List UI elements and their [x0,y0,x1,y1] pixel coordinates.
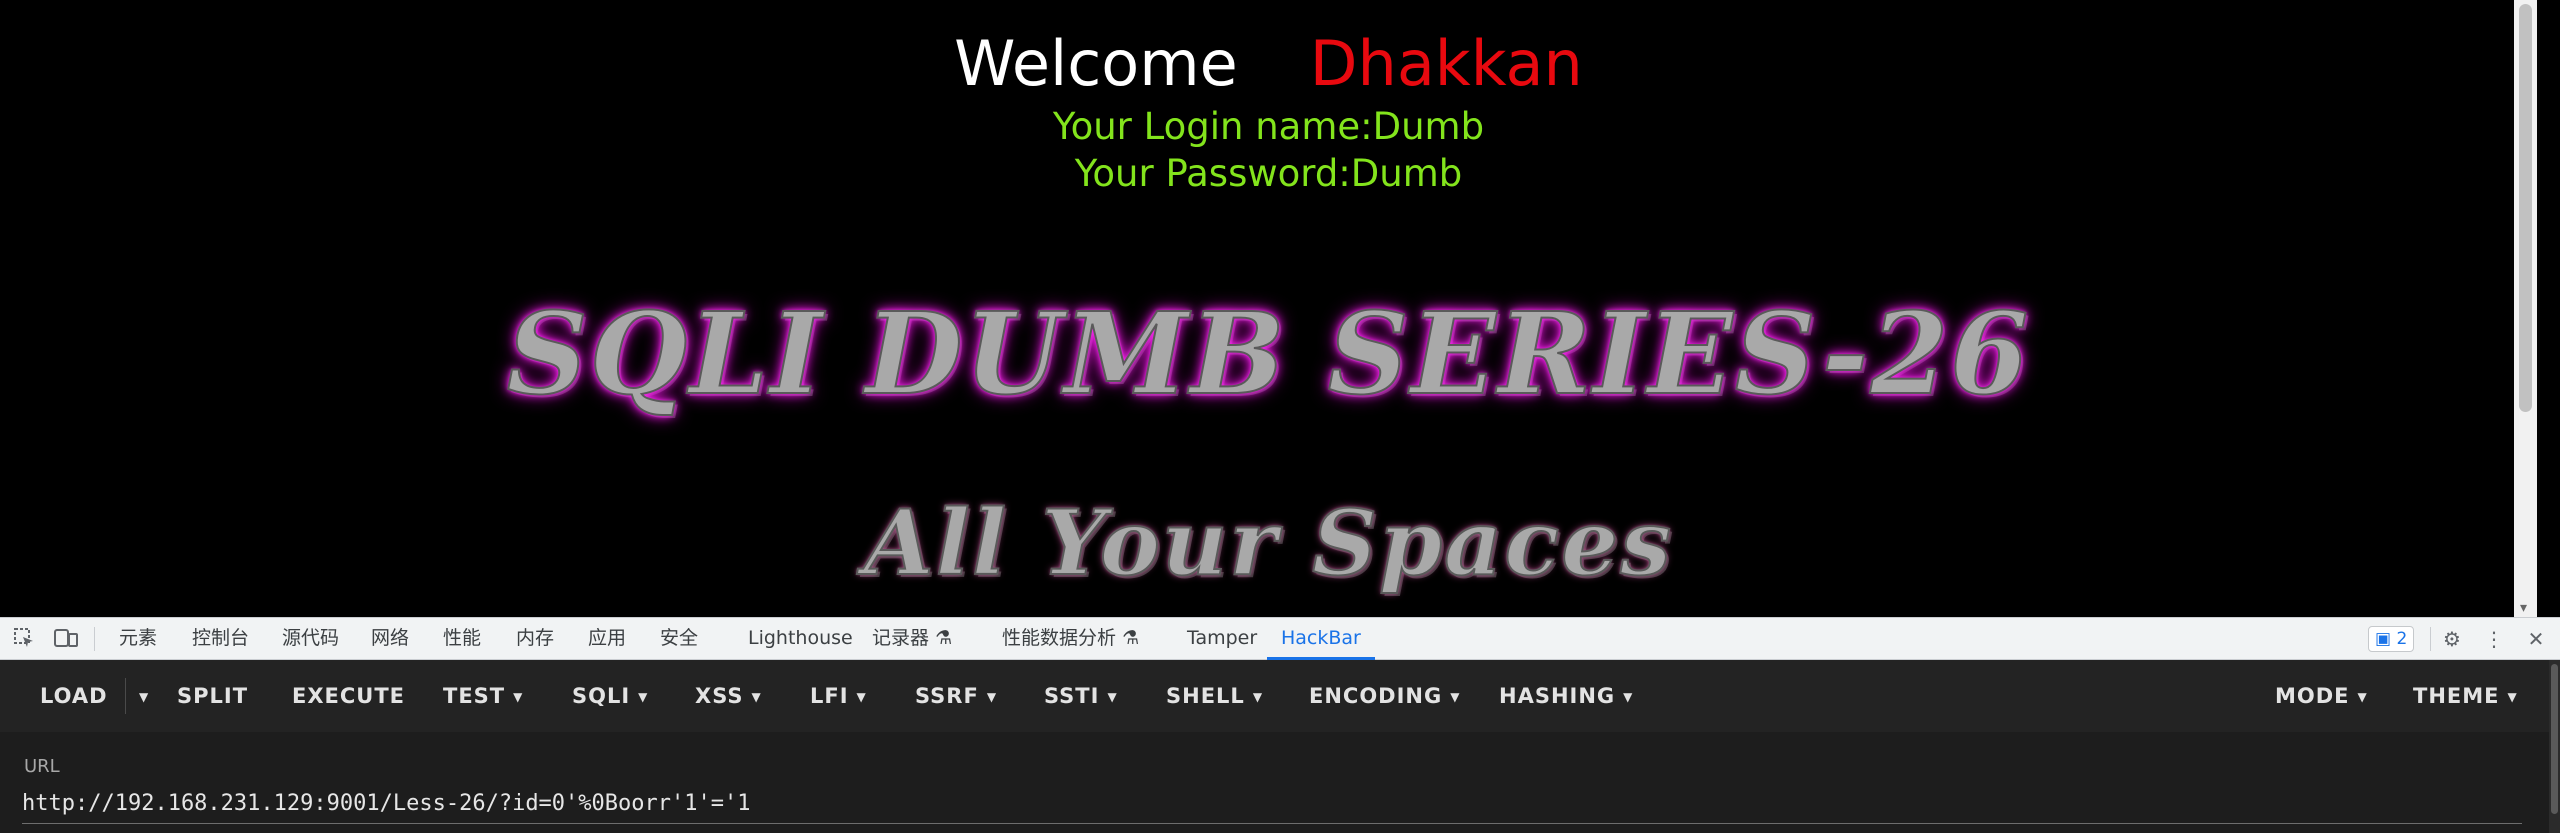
title-banner: SQLI DUMB SERIES-26 [506,289,2031,421]
chevron-down-icon: ▼ [856,690,867,704]
chevron-down-icon: ▼ [1450,690,1461,704]
tab-performance-insights[interactable]: 性能数据分析 ⚗ [1002,618,1139,659]
chevron-down-icon: ▼ [2357,690,2368,704]
load-divider [125,678,126,714]
chevron-down-icon: ▼ [1107,690,1118,704]
sqli-menu-label: SQLI [572,684,631,708]
tab-lighthouse[interactable]: Lighthouse [748,618,853,659]
page-scrollbar-thumb[interactable] [2519,4,2532,412]
tab-performance[interactable]: 性能 [443,618,481,659]
encoding-menu-button[interactable]: ENCODING ▼ [1309,660,1460,732]
hackbar-toolbar: LOAD ▼ SPLIT EXECUTE TEST ▼ SQLI ▼ XSS ▼ LF… [0,660,2560,732]
inspect-element-icon[interactable] [12,627,36,651]
welcome-line: Welcome Dhakkan [0,26,2537,102]
user-name: Dhakkan [1309,27,1583,100]
issues-badge[interactable]: ▣ 2 [2368,626,2415,652]
theme-menu-button[interactable]: THEME ▼ [2413,660,2518,732]
test-menu-label: TEST [443,684,506,708]
shell-menu-label: SHELL [1166,684,1245,708]
test-menu-button[interactable]: TEST ▼ [443,660,523,732]
ssti-menu-button[interactable]: SSTI ▼ [1044,660,1118,732]
hackbar-scrollbar[interactable] [2549,660,2560,833]
mode-menu-button[interactable]: MODE ▼ [2275,660,2368,732]
welcome-text: Welcome [954,27,1238,100]
encoding-menu-label: ENCODING [1309,684,1443,708]
login-name-line: Your Login name:Dumb [1052,105,1485,148]
hashing-menu-button[interactable]: HASHING ▼ [1499,660,1633,732]
message-icon: ▣ [2375,629,2392,649]
flask-icon: ⚗ [935,627,953,649]
theme-menu-label: THEME [2413,684,2500,708]
devtools-tab-strip: 元素 控制台 源代码 网络 性能 内存 应用 安全 Lighthouse 记录器… [0,617,2560,660]
chevron-down-icon: ▼ [751,690,762,704]
toolbar-separator [94,627,95,651]
device-toolbar-icon[interactable] [54,627,78,651]
tab-recorder-label: 记录器 [872,627,930,649]
ssti-menu-label: SSTI [1044,684,1100,708]
subtitle-banner: All Your Spaces [863,489,1674,597]
lfi-menu-label: LFI [810,684,849,708]
flask-icon: ⚗ [1122,627,1140,649]
tab-security[interactable]: 安全 [660,618,698,659]
url-label: URL [24,756,60,777]
load-button[interactable]: LOAD [40,660,108,732]
hackbar-panel: LOAD ▼ SPLIT EXECUTE TEST ▼ SQLI ▼ XSS ▼ LF… [0,660,2560,833]
page-viewport: Welcome Dhakkan Your Login name:Dumb Your… [0,0,2537,617]
hashing-menu-label: HASHING [1499,684,1616,708]
ssrf-menu-label: SSRF [915,684,979,708]
scroll-down-arrow-icon[interactable]: ▾ [2520,601,2527,615]
toolbar-separator [2430,627,2431,651]
chevron-down-icon: ▼ [638,690,649,704]
lfi-menu-button[interactable]: LFI ▼ [810,660,867,732]
chevron-down-icon: ▼ [986,690,998,704]
load-dropdown-button[interactable]: ▼ [131,660,149,732]
close-icon[interactable]: ✕ [2524,627,2548,651]
tab-elements[interactable]: 元素 [119,618,157,659]
more-options-icon[interactable]: ⋮ [2482,627,2506,651]
execute-button[interactable]: EXECUTE [292,660,405,732]
chevron-down-icon: ▼ [139,690,150,704]
tab-performance-insights-label: 性能数据分析 [1002,627,1117,649]
mode-menu-label: MODE [2275,684,2350,708]
shell-menu-button[interactable]: SHELL ▼ [1166,660,1263,732]
tab-application[interactable]: 应用 [588,618,626,659]
tab-sources[interactable]: 源代码 [282,618,339,659]
page-scrollbar[interactable]: ▾ [2514,0,2537,617]
chevron-down-icon: ▼ [2507,690,2518,704]
split-button[interactable]: SPLIT [177,660,248,732]
xss-menu-label: XSS [695,684,744,708]
chevron-down-icon: ▼ [513,690,524,704]
tab-memory[interactable]: 内存 [516,618,554,659]
tab-console[interactable]: 控制台 [192,618,249,659]
tab-network[interactable]: 网络 [371,618,409,659]
tab-recorder[interactable]: 记录器 ⚗ [872,618,952,659]
url-input[interactable] [22,783,2522,824]
tab-hackbar[interactable]: HackBar [1267,618,1375,660]
sqli-menu-button[interactable]: SQLI ▼ [572,660,648,732]
hackbar-scrollbar-thumb[interactable] [2551,664,2558,814]
ssrf-menu-button[interactable]: SSRF ▼ [915,660,997,732]
issues-count: 2 [2396,629,2408,649]
chevron-down-icon: ▼ [1623,690,1634,704]
chevron-down-icon: ▼ [1252,690,1264,704]
password-line: Your Password:Dumb [1074,152,1463,195]
xss-menu-button[interactable]: XSS ▼ [695,660,762,732]
gear-icon[interactable]: ⚙ [2440,627,2464,651]
tab-tamper[interactable]: Tamper [1187,618,1257,659]
